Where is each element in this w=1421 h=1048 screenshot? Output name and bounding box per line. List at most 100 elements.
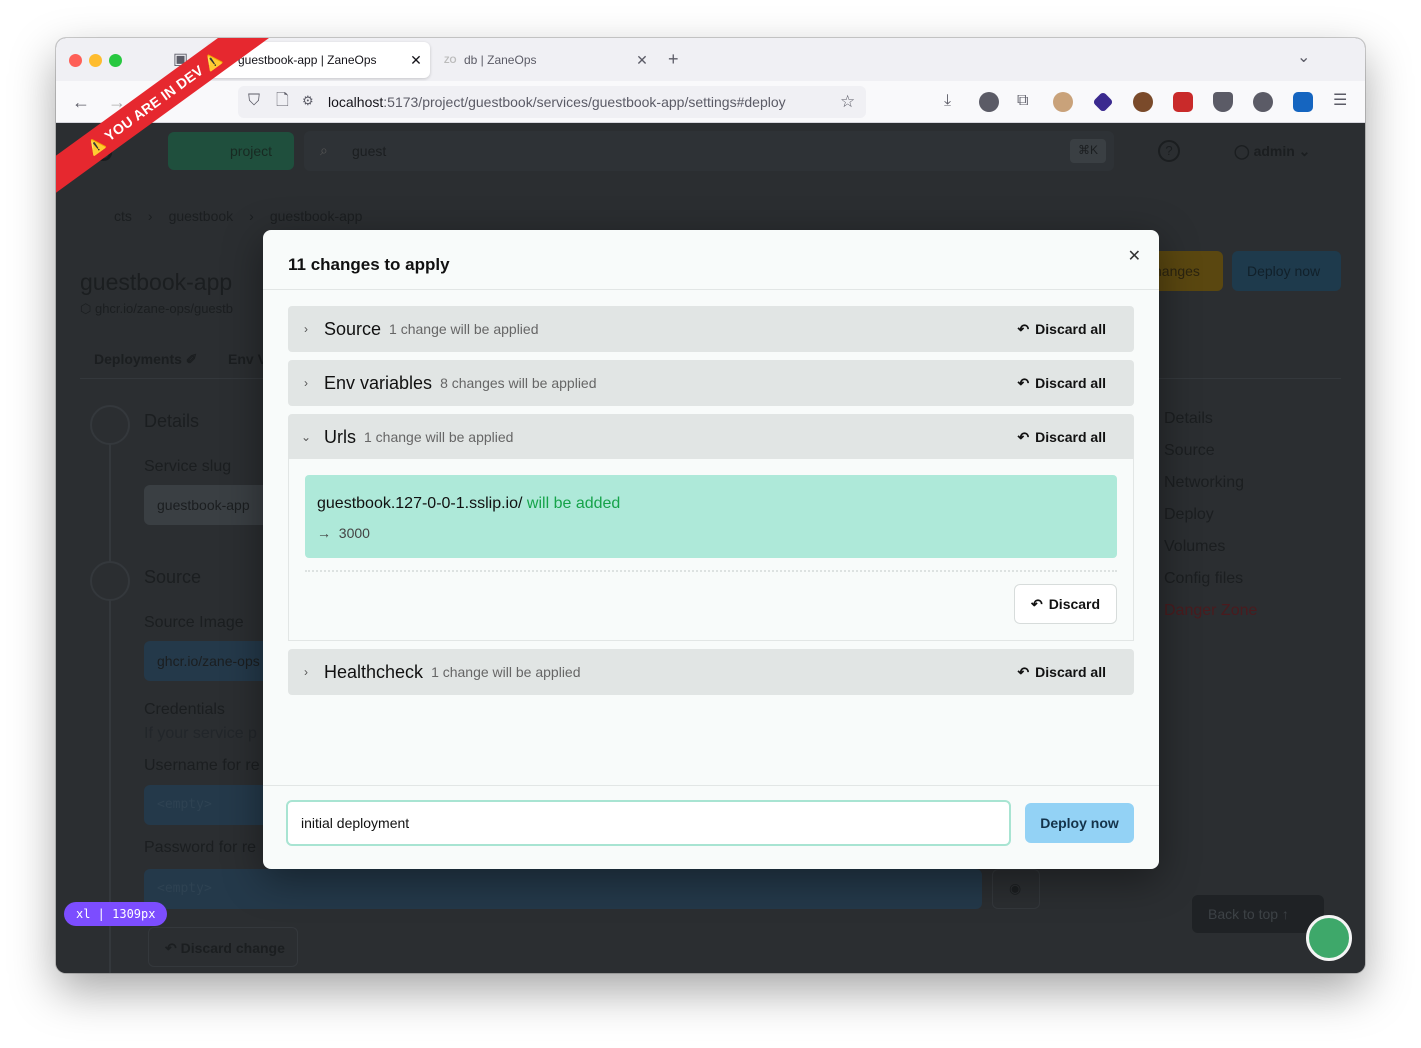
url-port: → 3000 [317, 525, 370, 541]
commit-message-input[interactable] [286, 800, 1011, 846]
close-window-button[interactable] [69, 54, 82, 67]
dialog-footer-divider [263, 785, 1159, 786]
user-menu[interactable]: ◯ admin ⌄ [1234, 143, 1310, 160]
deploy-now-button[interactable]: Deploy now [1025, 803, 1134, 843]
source-step-icon [90, 561, 130, 601]
extensions-puzzle-icon[interactable]: ⧉ [1017, 93, 1028, 109]
password-field[interactable]: <empty> [144, 869, 982, 909]
discard-all-urls-button[interactable]: ↶ Discard all [1017, 429, 1106, 446]
ublock-shield-icon[interactable] [1213, 92, 1233, 112]
undo-icon: ↶ [1017, 374, 1030, 391]
discard-all-healthcheck-button[interactable]: ↶ Discard all [1017, 664, 1106, 681]
tab-db[interactable]: ZO db | ZaneOps ✕ [434, 42, 656, 78]
chevron-right-icon: › [304, 322, 308, 336]
service-title: guestbook-app [80, 269, 233, 295]
extension-f-icon[interactable] [979, 92, 999, 112]
dotted-divider [305, 570, 1117, 572]
shield-icon[interactable]: ⛉ [248, 93, 260, 109]
extension-circle-icon[interactable] [1253, 92, 1273, 112]
port-value: 3000 [338, 525, 370, 541]
bitwarden-icon[interactable] [1293, 92, 1313, 112]
side-nav-config-files[interactable]: Config files [1164, 563, 1257, 595]
side-nav-details[interactable]: Details [1164, 403, 1257, 435]
service-image: ⬡ ghcr.io/zane-ops/guestb [80, 301, 234, 316]
undo-icon: ↶ [1017, 320, 1030, 337]
search-icon: ⌕ [320, 142, 328, 158]
bookmark-star-icon[interactable]: ☆ [840, 93, 855, 110]
extension-red-icon[interactable] [1173, 92, 1193, 112]
details-heading: Details [144, 411, 200, 431]
browser-window: ▣ guestbook-app | ZaneOps ✕ ZO db | Zane… [56, 38, 1365, 973]
discard-all-source-button[interactable]: ↶ Discard all [1017, 321, 1106, 338]
tab-env-variables[interactable]: Env V [228, 351, 267, 367]
new-tab-icon[interactable]: + [668, 50, 679, 68]
close-icon[interactable]: ✕ [1128, 246, 1141, 266]
undo-icon: ↶ [1030, 595, 1043, 612]
url-value: guestbook.127-0-0-1.sslip.io/ [317, 495, 523, 512]
downloads-icon[interactable]: ⤓ [944, 93, 951, 109]
undo-icon: ↶ [1017, 663, 1030, 680]
close-tab-icon[interactable]: ✕ [628, 52, 656, 69]
back-arrow-icon[interactable]: ← [72, 93, 90, 111]
section-subtitle: 1 change will be applied [389, 321, 539, 337]
undo-icon: ↶ [1017, 428, 1030, 445]
credentials-heading: Credentials [144, 701, 225, 718]
devtools-palm-icon[interactable] [1306, 915, 1352, 961]
tab-list-chevron-icon[interactable]: ⌄ [1297, 50, 1310, 66]
credentials-hint: If your service p [144, 725, 257, 742]
side-nav-volumes[interactable]: Volumes [1164, 531, 1257, 563]
details-step-icon [90, 405, 130, 445]
help-icon[interactable]: ? [1158, 140, 1180, 162]
section-urls[interactable]: ⌄ Urls 1 change will be applied ↶ Discard… [288, 414, 1134, 460]
maximize-window-button[interactable] [109, 54, 122, 67]
minimize-window-button[interactable] [89, 54, 102, 67]
service-slug-label: Service slug [144, 458, 232, 475]
source-heading: Source [144, 567, 202, 587]
username-label: Username for re [144, 757, 260, 774]
address-bar[interactable]: ⛉ 🗋 ⚙ localhost:5173/project/guestbook/s… [238, 86, 866, 118]
timeline-line [109, 423, 111, 973]
section-healthcheck[interactable]: › Healthcheck 1 change will be applied ↶… [288, 649, 1134, 695]
section-subtitle: 1 change will be applied [431, 664, 581, 680]
close-tab-icon[interactable]: ✕ [402, 52, 430, 69]
section-subtitle: 1 change will be applied [364, 429, 514, 445]
navigation-toolbar: ← → ↻ ⛉ 🗋 ⚙ localhost:5173/project/guest… [56, 81, 1365, 123]
chevron-right-icon: › [304, 376, 308, 390]
page-icon[interactable]: 🗋 [276, 93, 289, 109]
changes-dialog: 11 changes to apply ✕ › Source 1 change … [263, 230, 1159, 869]
password-label: Password for re [144, 839, 257, 856]
side-nav-deploy[interactable]: Deploy [1164, 499, 1257, 531]
shortcut-badge: ⌘K [1070, 139, 1107, 163]
chevron-down-icon: ⌄ [300, 430, 312, 444]
site-settings-icon[interactable]: ⚙ [302, 94, 314, 107]
discard-change-button[interactable]: ↶ Discard change [148, 927, 298, 967]
zaneops-favicon-icon: ZO [444, 55, 457, 65]
extension-diamond-icon[interactable] [1092, 91, 1114, 113]
urls-section-body: guestbook.127-0-0-1.sslip.io/ will be ad… [288, 459, 1134, 641]
extension-face-icon[interactable] [1053, 92, 1073, 112]
source-image-label: Source Image [144, 614, 244, 631]
section-title: Source [324, 318, 382, 339]
header-deploy-button[interactable]: Deploy now [1232, 251, 1341, 291]
menu-hamburger-icon[interactable]: ☰ [1333, 93, 1347, 109]
url-change-card: guestbook.127-0-0-1.sslip.io/ will be ad… [305, 475, 1117, 558]
discard-url-change-button[interactable]: ↶ Discard [1014, 584, 1117, 624]
tab-deployments[interactable]: Deployments ✐ [94, 351, 198, 368]
review-changes-button[interactable]: hanges [1152, 251, 1223, 291]
back-to-top-button[interactable]: Back to top ↑ [1192, 895, 1324, 933]
toggle-password-visibility-button[interactable]: ◉ [992, 869, 1040, 909]
eye-icon: ◉ [1009, 880, 1022, 896]
arrow-right-icon: → [317, 525, 331, 541]
chevron-right-icon: › [304, 665, 308, 679]
section-source[interactable]: › Source 1 change will be applied ↶ Disca… [288, 306, 1134, 352]
create-project-button[interactable]: project [168, 132, 294, 170]
section-env-variables[interactable]: › Env variables 8 changes will be applie… [288, 360, 1134, 406]
extension-cookie-icon[interactable] [1133, 92, 1153, 112]
section-title: Urls [324, 426, 356, 447]
url-status: will be added [526, 495, 621, 512]
side-nav-danger-zone[interactable]: Danger Zone [1164, 595, 1257, 627]
side-nav-networking[interactable]: Networking [1164, 467, 1257, 499]
side-nav-source[interactable]: Source [1164, 435, 1257, 467]
discard-all-env-button[interactable]: ↶ Discard all [1017, 375, 1106, 392]
search-bar[interactable]: ⌕ guest ⌘K [304, 131, 1114, 171]
